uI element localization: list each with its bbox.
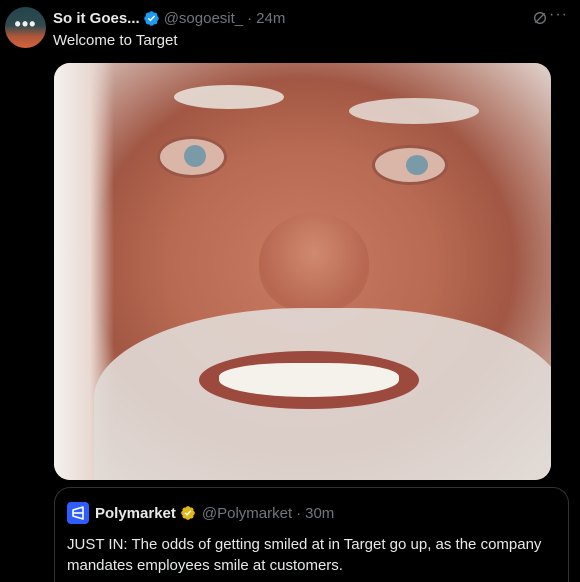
author-handle[interactable]: @sogoesit_	[164, 10, 243, 27]
quoted-timestamp[interactable]: 30m	[305, 505, 334, 522]
quoted-tweet[interactable]: Polymarket @Polymarket · 30m JUST IN: Th…	[54, 487, 569, 582]
grok-icon[interactable]	[532, 10, 548, 26]
tweet-media-image[interactable]	[54, 63, 551, 480]
image-iris-left	[184, 145, 206, 167]
tweet-header: So it Goes... @sogoesit_ · 24m	[53, 9, 285, 27]
gold-verified-badge-icon	[181, 506, 195, 520]
quoted-tweet-text: JUST IN: The odds of getting smiled at i…	[67, 536, 542, 574]
avatar-dots: •••	[14, 14, 37, 34]
verified-badge-icon	[143, 10, 159, 26]
tweet-timestamp[interactable]: 24m	[256, 10, 285, 27]
image-teeth	[219, 363, 399, 397]
quoted-separator-dot: ·	[296, 504, 302, 522]
quoted-display-name[interactable]: Polymarket	[95, 505, 176, 522]
quoted-tweet-header: Polymarket @Polymarket · 30m	[67, 502, 334, 524]
quoted-handle[interactable]: @Polymarket	[202, 505, 292, 522]
image-iris-right	[406, 155, 428, 175]
tweet-text: Welcome to Target	[53, 32, 178, 49]
image-eyebrow-left	[174, 85, 284, 109]
separator-dot: ·	[247, 9, 253, 27]
author-display-name[interactable]: So it Goes...	[53, 10, 140, 27]
image-eyebrow-right	[349, 98, 479, 124]
polymarket-logo-glyph	[72, 506, 84, 520]
author-avatar[interactable]: •••	[5, 7, 46, 48]
image-nose	[259, 213, 369, 313]
polymarket-logo-icon[interactable]	[67, 502, 89, 524]
more-icon[interactable]: ···	[549, 7, 568, 23]
